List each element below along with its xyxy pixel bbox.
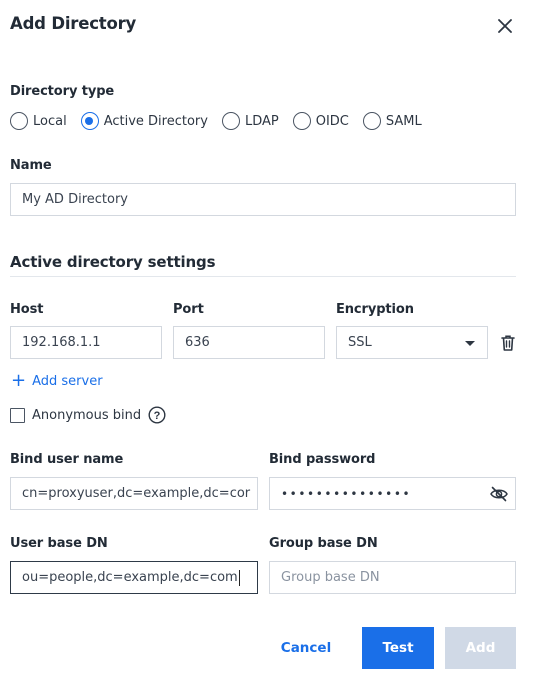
cancel-button[interactable]: Cancel (270, 627, 342, 669)
radio-ldap[interactable]: LDAP (221, 112, 279, 130)
anonymous-bind-checkbox[interactable] (10, 407, 25, 423)
directory-type-label: Directory type (10, 84, 115, 99)
name-input[interactable]: My AD Directory (10, 183, 516, 216)
add-server-button[interactable]: + Add server (11, 372, 103, 390)
encryption-select[interactable]: SSL (336, 326, 488, 359)
bind-password-label: Bind password (269, 452, 376, 467)
plus-icon: + (11, 370, 27, 391)
close-icon[interactable] (494, 15, 516, 37)
group-base-dn-placeholder: Group base DN (281, 570, 380, 585)
close-button[interactable] (494, 15, 516, 37)
text-cursor (238, 569, 240, 586)
radio-ldap-circle[interactable] (221, 112, 240, 130)
radio-local[interactable]: Local (10, 112, 67, 130)
radio-saml[interactable]: SAML (362, 112, 422, 130)
encryption-label: Encryption (336, 302, 414, 317)
port-label: Port (173, 302, 204, 317)
host-input[interactable]: 192.168.1.1 (10, 326, 162, 359)
radio-local-circle[interactable] (10, 112, 28, 130)
group-base-dn-input[interactable]: Group base DN (269, 561, 516, 594)
encryption-selected-value: SSL (348, 335, 372, 350)
user-base-dn-input[interactable]: ou=people,dc=example,dc=com (10, 561, 258, 594)
user-base-dn-value: ou=people,dc=example,dc=com (22, 570, 238, 585)
radio-saml-circle[interactable] (362, 112, 381, 130)
directory-type-radio-group: Local Active Directory LDAP OIDC SAML (10, 110, 436, 132)
radio-active-directory[interactable]: Active Directory (80, 112, 208, 130)
test-button[interactable]: Test (362, 627, 434, 669)
radio-active-directory-circle[interactable] (80, 112, 99, 130)
eye-off-icon[interactable] (489, 484, 509, 504)
ad-settings-heading: Active directory settings (10, 253, 216, 271)
bind-user-input[interactable]: cn=proxyuser,dc=example,dc=cor (10, 477, 258, 510)
anonymous-bind-label[interactable]: Anonymous bind (32, 408, 141, 423)
radio-saml-label[interactable]: SAML (386, 114, 422, 129)
radio-active-directory-label[interactable]: Active Directory (104, 114, 208, 129)
help-circle-icon[interactable]: ? (148, 406, 166, 424)
user-base-dn-label: User base DN (10, 536, 108, 551)
dialog-title: Add Directory (10, 14, 137, 33)
radio-oidc-circle[interactable] (292, 112, 311, 130)
radio-oidc-label[interactable]: OIDC (316, 114, 349, 129)
port-input[interactable]: 636 (173, 326, 325, 359)
anonymous-bind-row: Anonymous bind ? (10, 406, 166, 424)
section-divider (10, 276, 516, 277)
bind-password-input[interactable]: ••••••••••••••• (269, 477, 516, 510)
name-label: Name (10, 158, 52, 173)
bind-password-value: ••••••••••••••• (281, 486, 412, 501)
chevron-down-icon (465, 341, 475, 346)
radio-oidc[interactable]: OIDC (292, 112, 349, 130)
radio-ldap-label[interactable]: LDAP (245, 114, 279, 129)
help-glyph: ? (154, 410, 161, 422)
trash-icon[interactable] (498, 333, 518, 353)
add-server-label: Add server (32, 373, 103, 389)
delete-server-button[interactable] (498, 333, 518, 353)
radio-local-label[interactable]: Local (33, 114, 67, 129)
host-label: Host (10, 302, 44, 317)
group-base-dn-label: Group base DN (269, 536, 378, 551)
bind-user-label: Bind user name (10, 452, 124, 467)
add-button: Add (445, 627, 516, 669)
